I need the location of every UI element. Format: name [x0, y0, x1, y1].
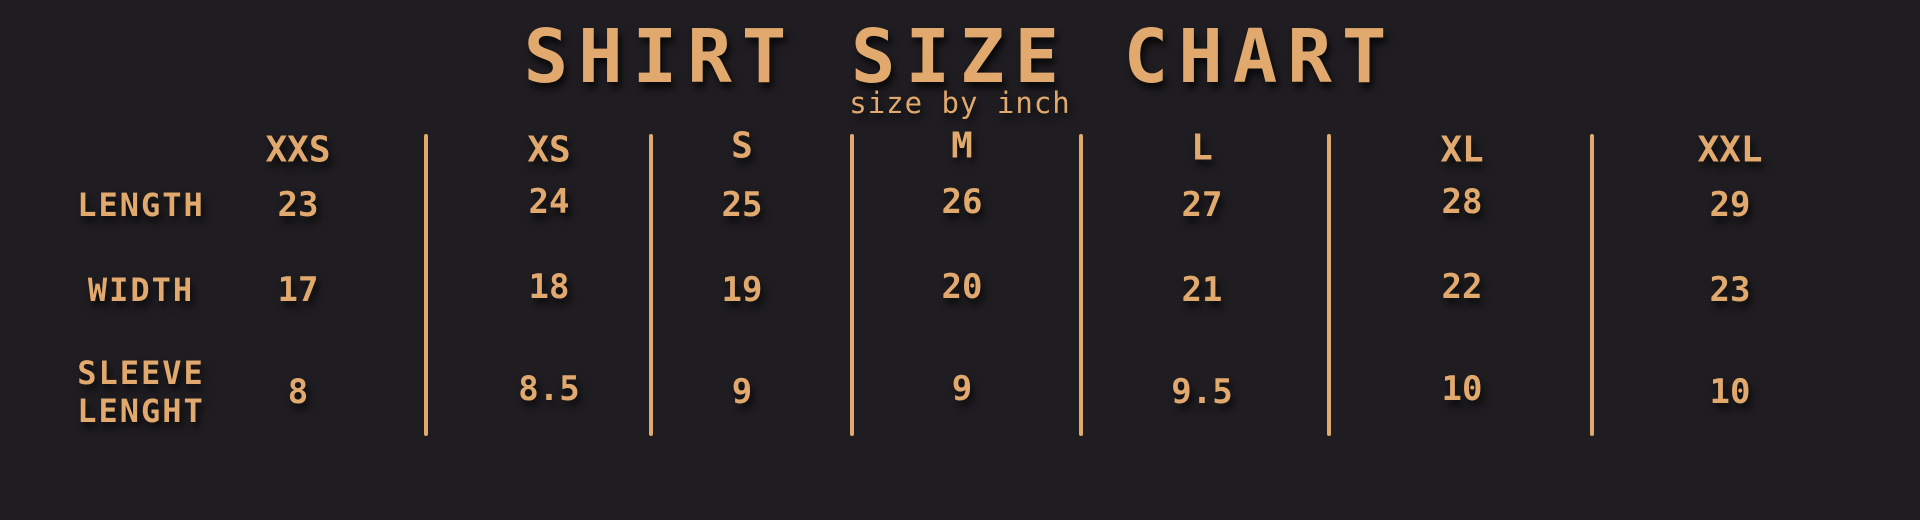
row-label-line: SLEEVE [77, 354, 205, 392]
table-cell: 17 [277, 270, 319, 310]
table-cell: 29 [1709, 185, 1751, 225]
table-cell: 10 [1441, 369, 1483, 409]
table-cell: 9.5 [1171, 372, 1233, 412]
table-cell: 22 [1441, 267, 1483, 307]
table-cell: 25 [721, 185, 763, 225]
table-cell: 26 [941, 182, 983, 222]
column-header-m: M [951, 125, 973, 167]
table-cell: 8 [287, 372, 309, 412]
column-divider [1079, 134, 1083, 436]
column-header-xxl: XXL [1697, 129, 1763, 171]
table-cell: 23 [277, 185, 319, 225]
column-divider [424, 134, 428, 436]
column-header-l: L [1191, 127, 1213, 169]
table-cell: 8.5 [518, 369, 580, 409]
column-divider [1327, 134, 1331, 436]
table-cell: 19 [721, 270, 763, 310]
table-cell: 24 [528, 182, 570, 222]
table-cell: 20 [941, 267, 983, 307]
column-divider [649, 134, 653, 436]
table-cell: 9 [951, 369, 973, 409]
column-header-xs: XS [527, 129, 571, 171]
column-header-xl: XL [1440, 129, 1484, 171]
table-cell: 18 [528, 267, 570, 307]
row-label: SLEEVE LENGHT [77, 354, 205, 430]
table-cell: 23 [1709, 270, 1751, 310]
table-cell: 9 [731, 372, 753, 412]
column-header-s: S [731, 125, 753, 167]
table-cell: 21 [1181, 270, 1223, 310]
column-divider [850, 134, 854, 436]
row-label: LENGTH [77, 186, 205, 224]
table-cell: 10 [1709, 372, 1751, 412]
column-divider [1590, 134, 1594, 436]
table-cell: 28 [1441, 182, 1483, 222]
table-cell: 27 [1181, 185, 1223, 225]
page-subtitle: size by inch [849, 86, 1071, 120]
column-header-xxs: XXS [265, 129, 331, 171]
row-label: WIDTH [87, 271, 195, 309]
row-label-line: LENGHT [77, 392, 205, 430]
